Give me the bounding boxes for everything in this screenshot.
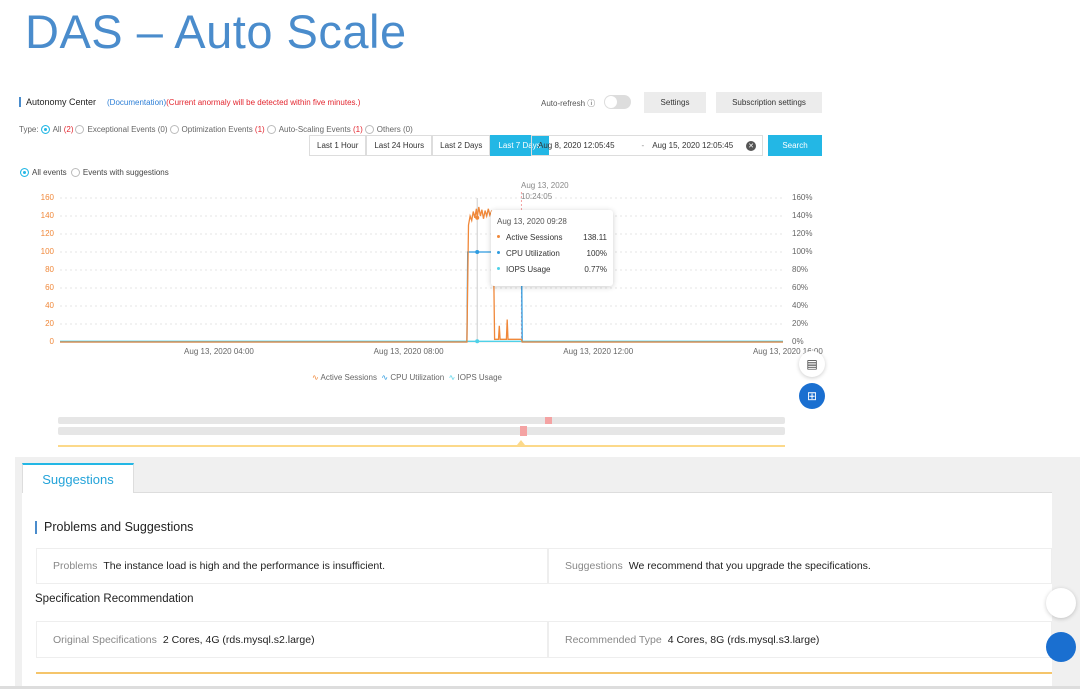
- apps-grid-icon[interactable]: ⊞: [799, 383, 825, 409]
- cursor-time: 10:24:05: [521, 192, 553, 201]
- hover-point: [475, 250, 480, 254]
- y-tick-label: 40: [45, 301, 54, 310]
- y-tick-label: 140: [40, 211, 54, 220]
- y-tick-label: 0: [49, 337, 54, 346]
- chart-legend: ∿ Active Sessions ∿ CPU Utilization ∿ IO…: [312, 373, 502, 382]
- recommended-value: 4 Cores, 8G (rds.mysql.s3.large): [667, 633, 820, 646]
- y2-tick-label: 60%: [792, 283, 809, 292]
- suggestions-content: Problems and Suggestions Problems The ins…: [22, 492, 1052, 689]
- event-marker[interactable]: [545, 417, 552, 424]
- timeline-pointer-icon[interactable]: [517, 440, 525, 445]
- y2-tick-label: 140%: [792, 211, 813, 220]
- y-tick-label: 120: [40, 229, 54, 238]
- timeline-range-line: [58, 445, 785, 447]
- tooltip-value: 0.77%: [584, 265, 607, 274]
- original-label: Original Specifications: [53, 633, 157, 646]
- cursor-date: Aug 13, 2020: [521, 181, 569, 190]
- original-value: 2 Cores, 4G (rds.mysql.s2.large): [162, 633, 315, 646]
- suggestions-cell: Suggestions We recommend that you upgrade…: [548, 548, 1052, 584]
- y-tick-label: 20: [45, 319, 54, 328]
- y2-tick-label: 160%: [792, 193, 813, 202]
- series-dot-icon: [497, 251, 500, 254]
- spec-title: Specification Recommendation: [35, 593, 194, 605]
- recommended-label: Recommended Type: [565, 633, 662, 646]
- y-tick-label: 160: [40, 193, 54, 202]
- y2-tick-label: 100%: [792, 247, 813, 256]
- tooltip-row: IOPS Usage 0.77%: [497, 265, 607, 274]
- section-title: Problems and Suggestions: [44, 520, 194, 534]
- y-tick-label: 100: [40, 247, 54, 256]
- section-accent: [35, 521, 37, 534]
- chart-tooltip: Aug 13, 2020 09:28 Active Sessions 138.11…: [491, 210, 613, 286]
- x-tick-label: Aug 13, 2020 04:00: [184, 347, 254, 356]
- x-tick-label: Aug 13, 2020 08:00: [373, 347, 444, 356]
- tooltip-series: Active Sessions: [506, 233, 563, 242]
- suggestions-value: We recommend that you upgrade the specif…: [628, 560, 871, 572]
- legend-iops-usage[interactable]: ∿ IOPS Usage: [449, 373, 502, 382]
- wave-icon: ∿: [381, 373, 389, 382]
- tooltip-series: CPU Utilization: [506, 249, 560, 258]
- series-dot-icon: [497, 267, 500, 270]
- original-spec-cell: Original Specifications 2 Cores, 4G (rds.…: [36, 621, 548, 658]
- tooltip-title: Aug 13, 2020 09:28: [497, 217, 567, 226]
- hover-point: [475, 215, 480, 220]
- y2-tick-label: 0%: [792, 337, 804, 346]
- legend-label: IOPS Usage: [457, 373, 502, 382]
- tooltip-value: 100%: [586, 249, 607, 258]
- event-timeline-track[interactable]: [58, 417, 785, 424]
- legend-cpu-utilization[interactable]: ∿ CPU Utilization: [381, 373, 444, 382]
- wave-icon: ∿: [312, 373, 319, 382]
- y2-tick-label: 120%: [792, 229, 813, 238]
- series-dot-icon: [497, 235, 500, 238]
- y-tick-label: 60: [45, 283, 54, 292]
- problems-label: Problems: [53, 560, 98, 572]
- series-line-cpu-utilization: [60, 251, 783, 343]
- x-tick-label: Aug 13, 2020 12:00: [563, 347, 634, 356]
- series-line-active-sessions: [60, 206, 783, 343]
- y2-tick-label: 20%: [792, 319, 809, 328]
- legend-label: CPU Utilization: [390, 373, 445, 382]
- floating-action-button[interactable]: [1046, 632, 1076, 662]
- event-timeline-track[interactable]: [58, 426, 785, 436]
- tooltip-row: CPU Utilization 100%: [497, 249, 607, 258]
- feedback-icon[interactable]: ▤: [799, 351, 825, 377]
- divider: [36, 672, 1052, 674]
- recommended-spec-cell: Recommended Type 4 Cores, 8G (rds.mysql.s…: [548, 621, 1052, 658]
- tab-suggestions[interactable]: Suggestions: [22, 463, 134, 493]
- problems-cell: Problems The instance load is high and th…: [36, 548, 548, 584]
- event-marker[interactable]: [520, 426, 527, 436]
- y-tick-label: 80: [45, 265, 54, 274]
- tooltip-value: 138.11: [583, 233, 607, 242]
- legend-label: Active Sessions: [320, 373, 377, 382]
- tooltip-row: Active Sessions 138.11: [497, 233, 607, 242]
- y2-tick-label: 40%: [792, 301, 809, 310]
- tooltip-series: IOPS Usage: [506, 265, 551, 274]
- hover-point: [475, 339, 480, 344]
- suggestions-label: Suggestions: [565, 560, 623, 572]
- wave-icon: ∿: [448, 373, 456, 382]
- legend-active-sessions[interactable]: ∿ Active Sessions: [312, 373, 377, 382]
- problems-value: The instance load is high and the perfor…: [103, 560, 386, 572]
- floating-button[interactable]: [1046, 588, 1076, 618]
- y2-tick-label: 80%: [792, 265, 809, 274]
- cursor-time-label: Aug 13, 2020 10:24:05: [521, 180, 569, 202]
